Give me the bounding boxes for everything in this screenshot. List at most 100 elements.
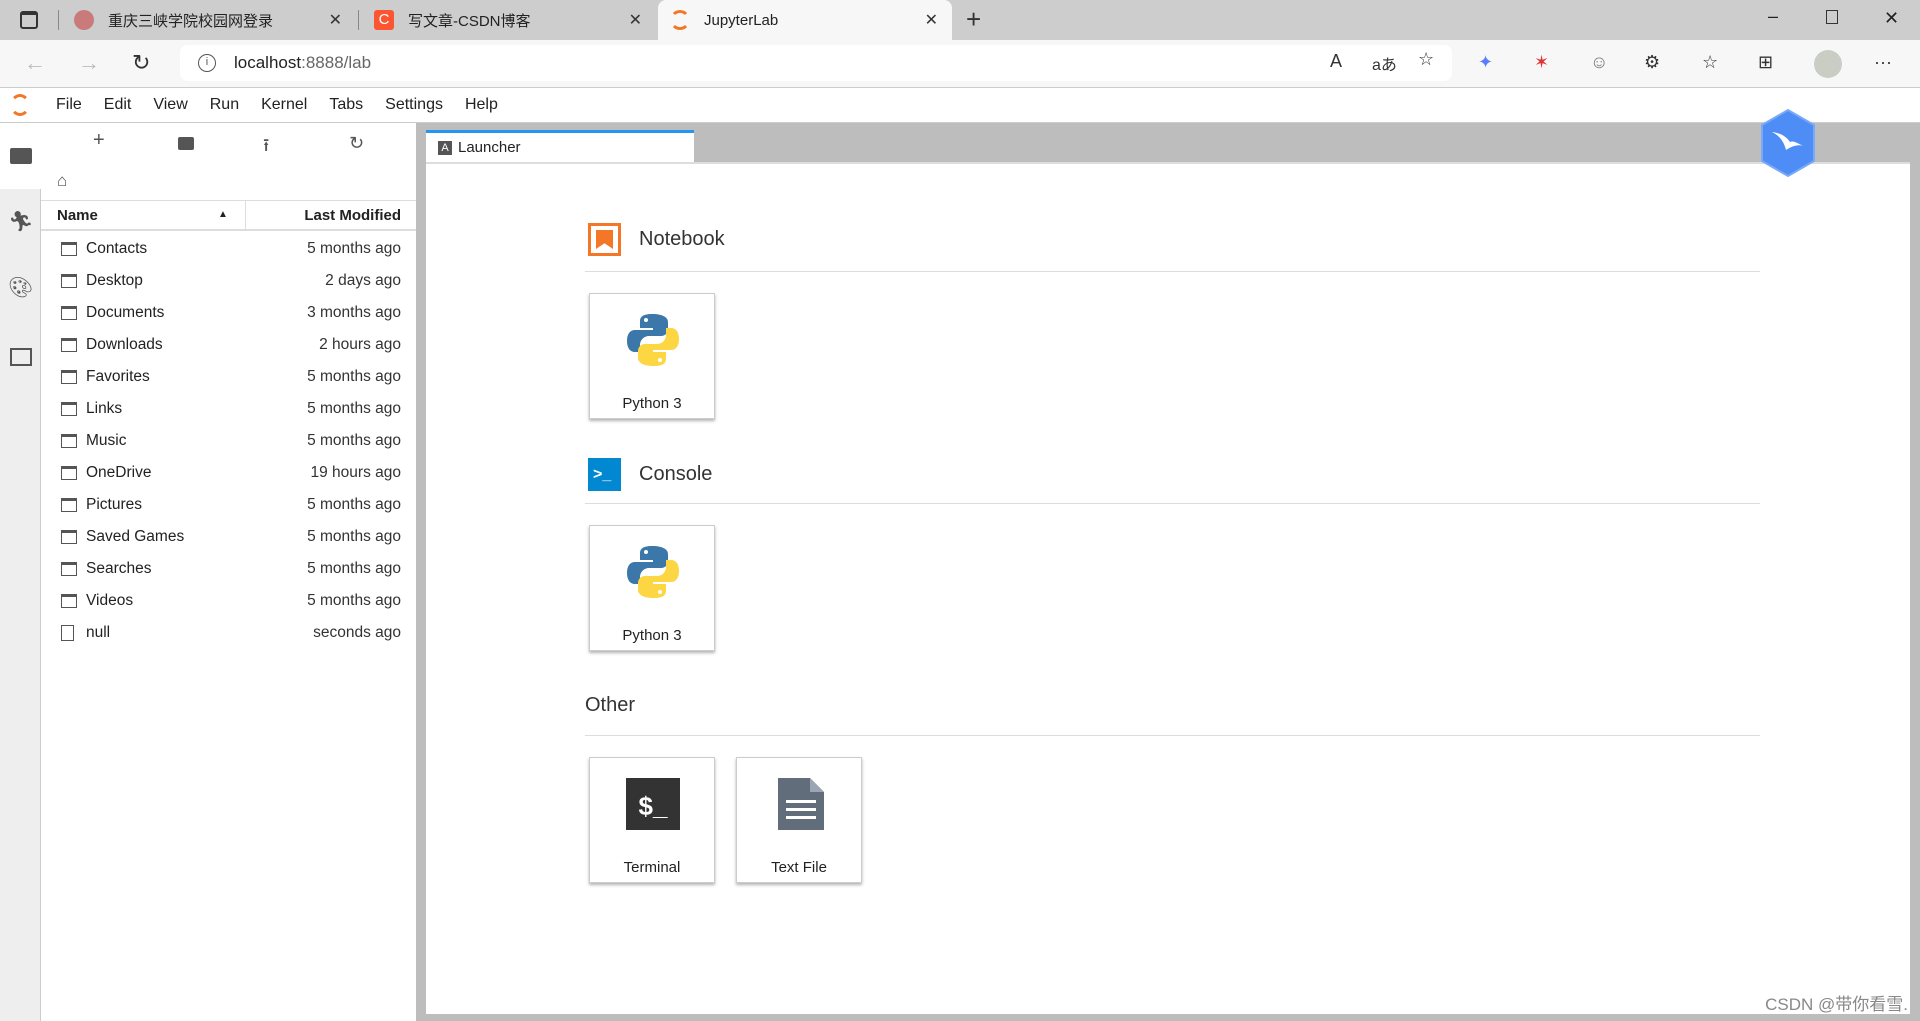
file-row[interactable]: Saved Games 5 months ago	[41, 521, 416, 553]
file-row[interactable]: Documents 3 months ago	[41, 297, 416, 329]
favorites-icon[interactable]: ☆	[1702, 52, 1718, 73]
minimize-icon[interactable]: –	[1768, 6, 1778, 27]
refresh-icon[interactable]: ↻	[349, 133, 364, 154]
menu-tabs[interactable]: Tabs	[329, 96, 363, 114]
sidebar-tab-files[interactable]	[0, 123, 41, 189]
console-python3-card[interactable]: Python 3	[589, 525, 715, 651]
file-list-header: Name ▲ Last Modified	[41, 200, 416, 231]
menu-edit[interactable]: Edit	[104, 96, 132, 114]
card-label: Python 3	[622, 395, 682, 412]
file-row[interactable]: Searches 5 months ago	[41, 553, 416, 585]
card-label: Terminal	[623, 859, 681, 876]
add-favorite-icon[interactable]: ☆	[1418, 49, 1434, 70]
read-aloud-icon[interactable]: A	[1330, 51, 1342, 72]
forward-icon[interactable]: →	[78, 50, 100, 76]
left-sidebar-tabs: 🏃︎ 🎨︎	[0, 123, 41, 1021]
section-title: Console	[639, 463, 713, 485]
file-row[interactable]: Pictures 5 months ago	[41, 489, 416, 521]
file-row[interactable]: OneDrive 19 hours ago	[41, 457, 416, 489]
menu-file[interactable]: File	[56, 96, 82, 114]
tab-title: 写文章-CSDN博客	[408, 12, 531, 30]
browser-tab-3[interactable]: JupyterLab ✕	[658, 0, 952, 40]
tabs-icon[interactable]	[10, 348, 32, 366]
new-launcher-icon[interactable]: +	[93, 129, 105, 152]
jupyter-favicon-icon	[670, 10, 690, 30]
folder-icon	[10, 148, 32, 164]
more-icon[interactable]: ···	[1874, 52, 1892, 73]
file-row[interactable]: Videos 5 months ago	[41, 585, 416, 617]
file-row[interactable]: Contacts 5 months ago	[41, 233, 416, 265]
column-last-modified[interactable]: Last Modified	[304, 207, 401, 224]
back-icon[interactable]: ←	[24, 50, 46, 76]
folder-icon	[61, 338, 77, 352]
close-tab-icon[interactable]: ✕	[925, 10, 938, 30]
jupyter-menubar: File Edit View Run Kernel Tabs Settings …	[0, 88, 1920, 123]
file-name: null	[86, 624, 111, 641]
folder-icon	[61, 242, 77, 256]
menu-kernel[interactable]: Kernel	[261, 96, 307, 114]
file-name: Searches	[86, 560, 152, 577]
close-window-icon[interactable]: ✕	[1884, 8, 1899, 29]
menu-settings[interactable]: Settings	[385, 96, 443, 114]
python-logo-icon	[627, 314, 679, 366]
jupyter-logo-icon	[10, 94, 30, 116]
extension-bird-icon[interactable]: ✦	[1478, 52, 1493, 73]
text-file-icon	[778, 778, 824, 830]
file-modified: 5 months ago	[307, 368, 401, 385]
collections-icon[interactable]: ⊞	[1758, 52, 1773, 73]
card-label: Text File	[771, 859, 827, 876]
close-tab-icon[interactable]: ✕	[329, 10, 342, 30]
extension-star-icon[interactable]: ✶	[1534, 52, 1549, 73]
folder-icon	[61, 274, 77, 288]
tab-launcher[interactable]: A Launcher	[426, 130, 694, 162]
floating-bird-logo-icon[interactable]	[1758, 108, 1818, 178]
notebook-python3-card[interactable]: Python 3	[589, 293, 715, 419]
console-icon: >_	[588, 458, 621, 491]
profile-avatar[interactable]	[1814, 50, 1842, 78]
file-row[interactable]: Music 5 months ago	[41, 425, 416, 457]
watermark: CSDN @带你看雪.	[1765, 995, 1908, 1014]
sort-ascending-icon[interactable]: ▲	[218, 209, 228, 220]
file-row[interactable]: Links 5 months ago	[41, 393, 416, 425]
running-icon[interactable]: 🏃︎	[8, 209, 33, 233]
file-name: Music	[86, 432, 127, 449]
file-row[interactable]: Favorites 5 months ago	[41, 361, 416, 393]
home-icon[interactable]: ⌂	[57, 171, 67, 191]
file-row[interactable]: Downloads 2 hours ago	[41, 329, 416, 361]
new-folder-icon[interactable]	[178, 137, 194, 150]
browser-tab-2[interactable]: C 写文章-CSDN博客 ✕	[362, 0, 656, 40]
extension-face-icon[interactable]: ☺	[1590, 52, 1608, 73]
address-bar[interactable]: i localhost:8888/lab A aあ ☆	[180, 45, 1452, 81]
folder-icon	[61, 466, 77, 480]
text-file-card[interactable]: Text File	[736, 757, 862, 883]
extensions-icon[interactable]: ⚙	[1644, 52, 1660, 73]
reload-icon[interactable]: ↻	[132, 50, 150, 76]
menu-run[interactable]: Run	[210, 96, 239, 114]
palette-icon[interactable]: 🎨︎	[8, 275, 33, 299]
file-modified: 5 months ago	[307, 240, 401, 257]
file-modified: 5 months ago	[307, 592, 401, 609]
browser-tab-1[interactable]: 重庆三峡学院校园网登录 ✕	[62, 0, 356, 40]
close-tab-icon[interactable]: ✕	[629, 10, 642, 30]
browser-tab-bar: 重庆三峡学院校园网登录 ✕ C 写文章-CSDN博客 ✕ JupyterLab …	[0, 0, 1920, 40]
file-modified: 2 hours ago	[319, 336, 401, 353]
restore-icon[interactable]	[1826, 10, 1838, 24]
new-tab-icon[interactable]: +	[966, 4, 981, 35]
tab-actions-icon[interactable]	[20, 11, 38, 29]
menu-help[interactable]: Help	[465, 96, 498, 114]
upload-icon[interactable]: ⭱	[263, 133, 269, 163]
panel-splitter[interactable]	[416, 123, 425, 1021]
file-row[interactable]: Desktop 2 days ago	[41, 265, 416, 297]
file-name: Links	[86, 400, 123, 417]
folder-icon	[61, 562, 77, 576]
file-row[interactable]: null seconds ago	[41, 617, 416, 649]
translate-icon[interactable]: aあ	[1372, 51, 1397, 75]
column-name[interactable]: Name	[57, 207, 98, 224]
site-info-icon[interactable]: i	[198, 54, 216, 72]
terminal-card[interactable]: $_ Terminal	[589, 757, 715, 883]
file-name: OneDrive	[86, 464, 152, 481]
file-name: Saved Games	[86, 528, 185, 545]
menu-view[interactable]: View	[153, 96, 187, 114]
file-modified: 5 months ago	[307, 400, 401, 417]
python-logo-icon	[627, 546, 679, 598]
